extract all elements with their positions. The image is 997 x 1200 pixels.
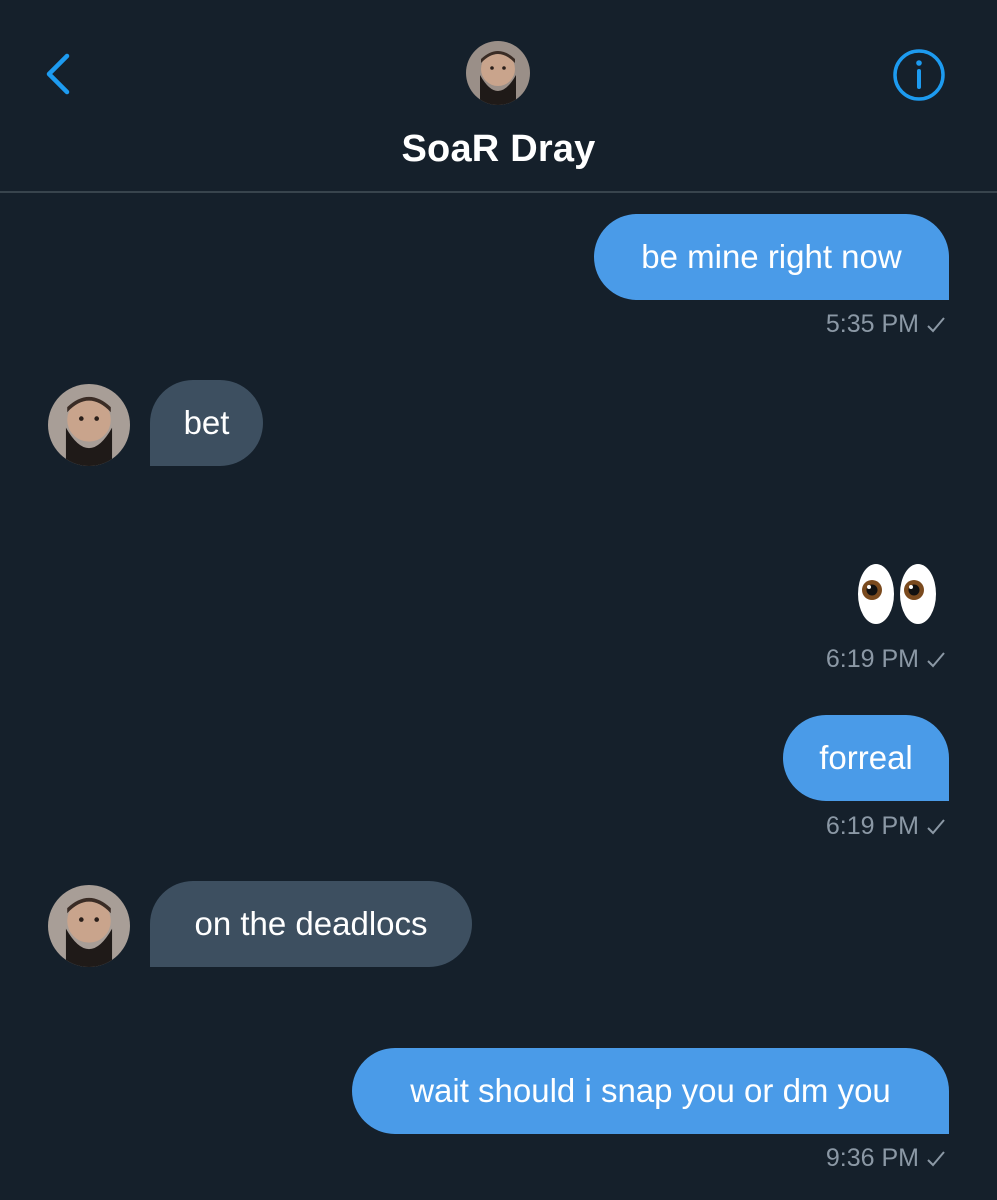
conversation-header: SoaR Dray (0, 0, 997, 193)
emoji-message[interactable]: 👀 (854, 560, 944, 628)
sender-avatar[interactable] (48, 885, 130, 967)
avatar-image (48, 885, 130, 967)
back-button[interactable] (36, 50, 80, 98)
message-timestamp: 6:19 PM (826, 812, 947, 841)
sent-check-icon (927, 651, 945, 667)
contact-name[interactable]: SoaR Dray (0, 128, 997, 171)
sent-check-icon (927, 316, 945, 332)
incoming-message-bubble[interactable]: bet (150, 380, 263, 466)
sent-check-icon (927, 1150, 945, 1166)
chevron-left-icon (46, 53, 70, 95)
message-text: forreal (819, 739, 913, 776)
message-text: wait should i snap you or dm you (410, 1072, 891, 1109)
message-timestamp: 9:36 PM (826, 1144, 947, 1173)
sender-avatar[interactable] (48, 384, 130, 466)
incoming-message-bubble[interactable]: on the deadlocs (150, 881, 472, 967)
message-text: on the deadlocs (194, 905, 428, 942)
eyes-emoji (858, 564, 936, 624)
info-circle-icon (893, 49, 945, 101)
contact-avatar[interactable] (466, 41, 530, 105)
message-timestamp: 6:19 PM (826, 645, 947, 674)
avatar-image (48, 384, 130, 466)
sent-check-icon (927, 818, 945, 834)
message-text: bet (183, 404, 230, 441)
message-timestamp: 5:35 PM (826, 310, 947, 339)
avatar-image (466, 41, 530, 105)
outgoing-message-bubble[interactable]: forreal (783, 715, 949, 801)
message-text: be mine right now (641, 238, 902, 275)
outgoing-message-bubble[interactable]: wait should i snap you or dm you (352, 1048, 949, 1134)
info-button[interactable] (890, 46, 948, 104)
outgoing-message-bubble[interactable]: be mine right now (594, 214, 949, 300)
